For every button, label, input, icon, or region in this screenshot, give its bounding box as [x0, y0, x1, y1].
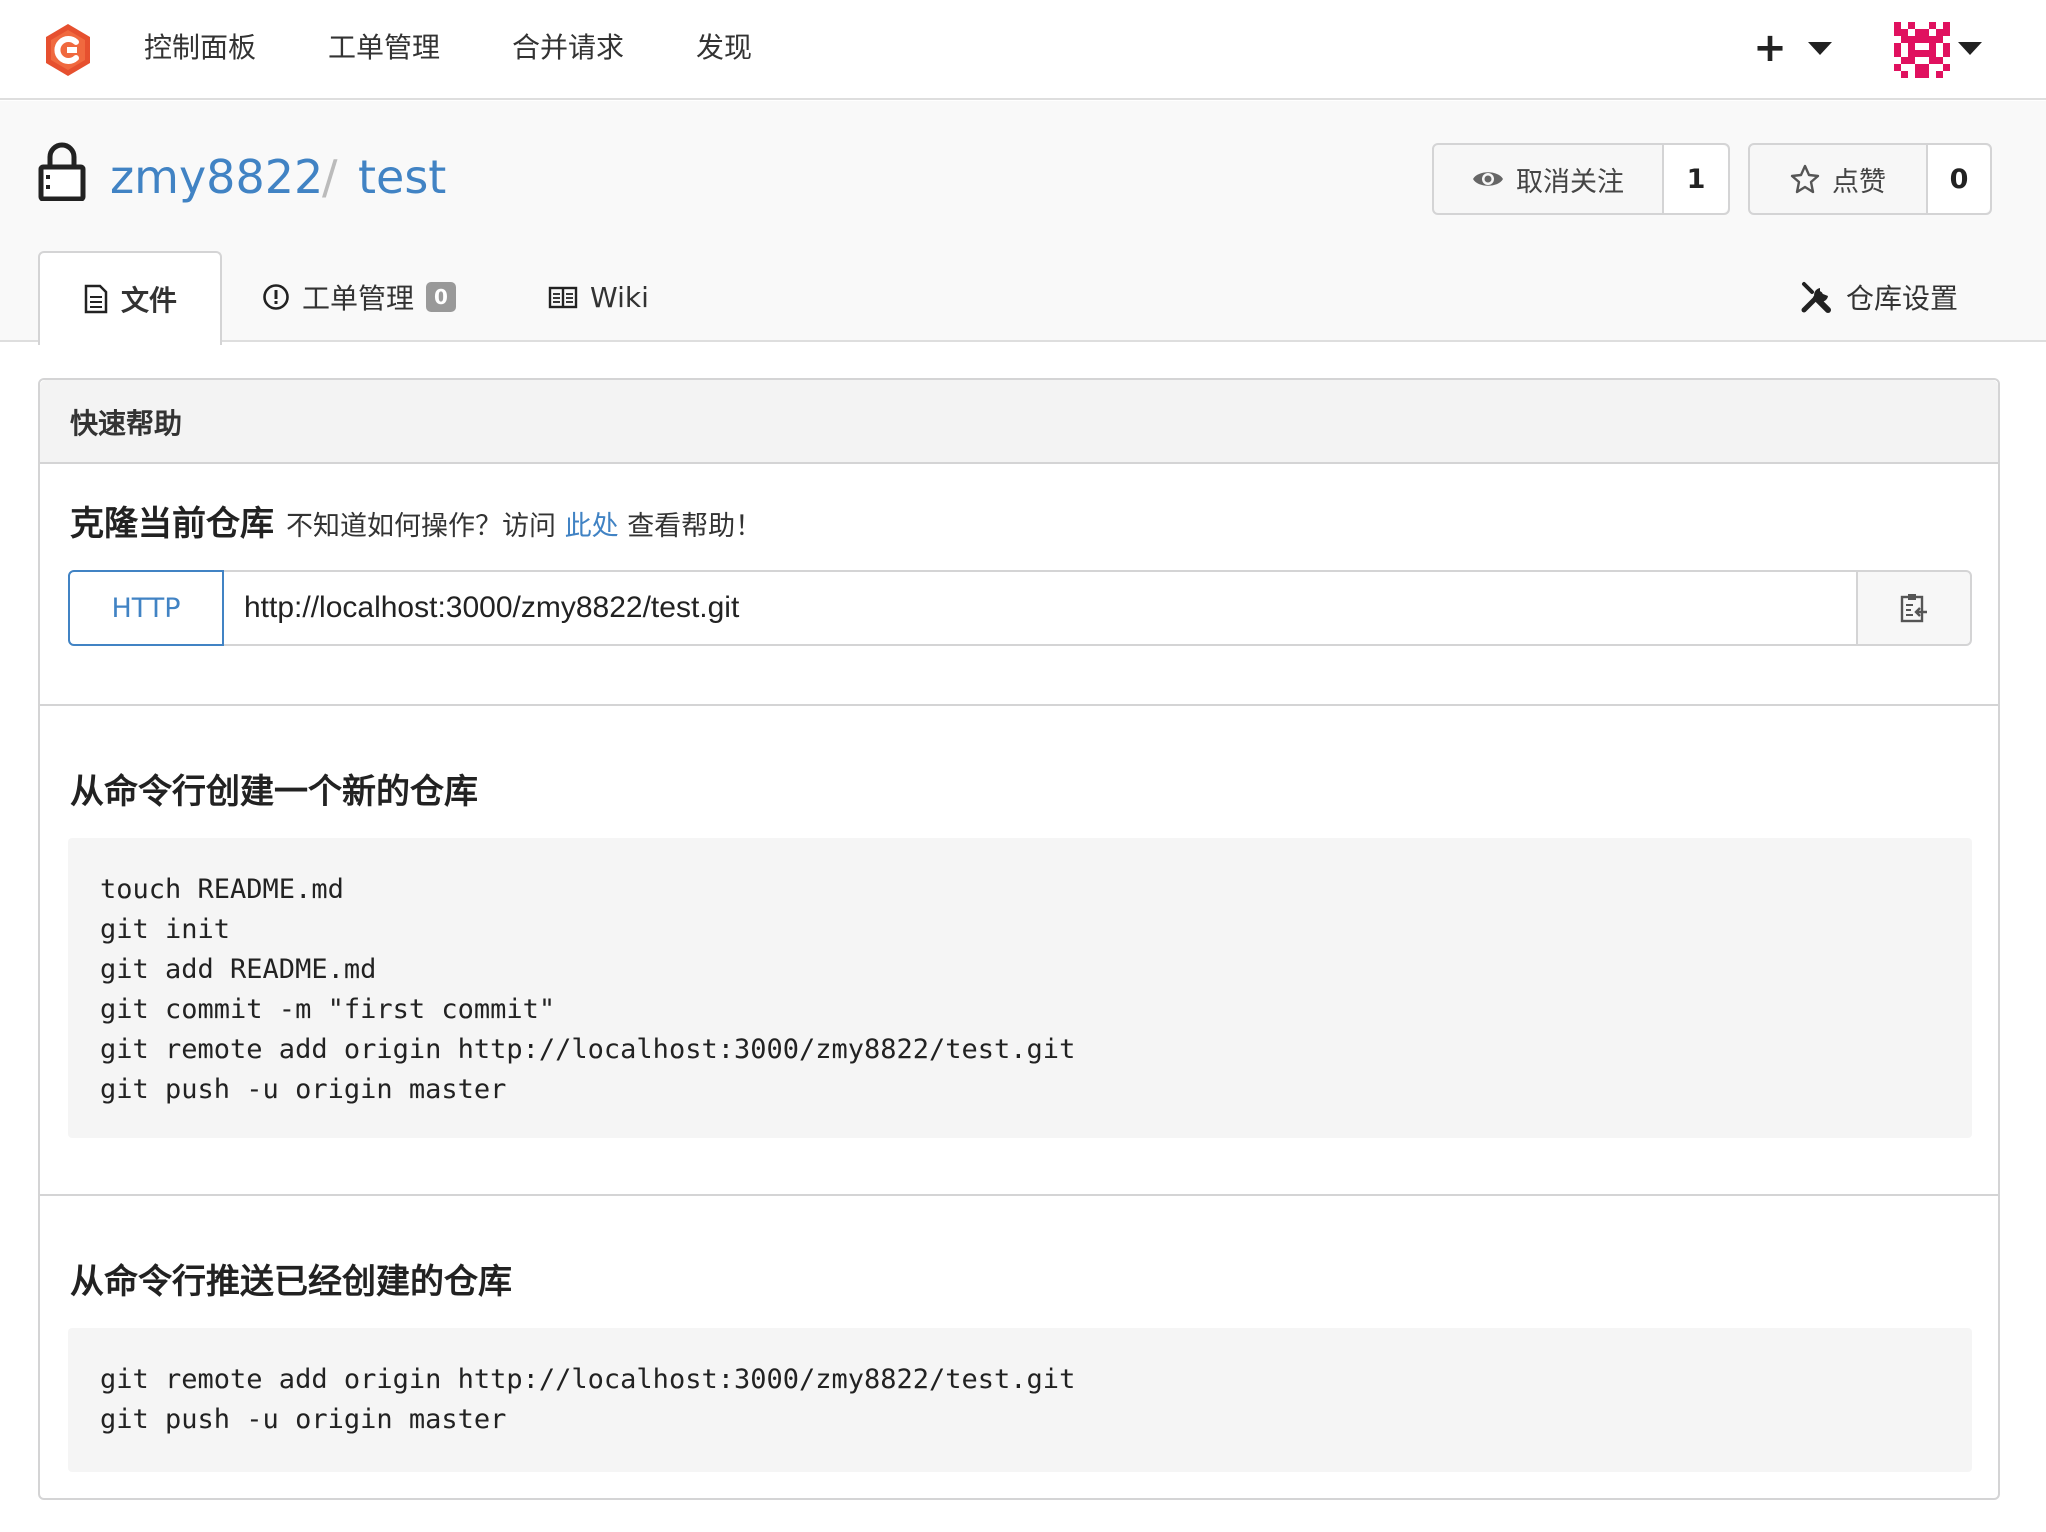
private-lock-icon [38, 142, 86, 201]
tab-repo-settings[interactable]: 仓库设置 [1800, 251, 1958, 343]
eye-icon [1473, 172, 1503, 186]
tab-files[interactable]: 文件 [38, 251, 222, 345]
http-protocol-button[interactable]: HTTP [68, 570, 224, 646]
unwatch-button-group: 取消关注 1 [1432, 143, 1730, 215]
gogs-logo-icon[interactable] [40, 22, 96, 78]
top-navbar: 控制面板 工单管理 合并请求 发现 + [0, 0, 2046, 100]
issues-count-badge: 0 [426, 282, 456, 312]
clone-help-link[interactable]: 此处 [565, 511, 619, 542]
file-text-icon [84, 284, 108, 314]
watch-count[interactable]: 1 [1664, 145, 1728, 213]
code-line: git init [100, 914, 231, 945]
code-line: git push -u origin master [100, 1404, 507, 1435]
user-avatar[interactable] [1894, 22, 1950, 78]
code-line: git add README.md [100, 954, 377, 985]
unwatch-label: 取消关注 [1516, 166, 1624, 198]
clone-url-row: HTTP http://localhost:3000/zmy8822/test.… [68, 570, 1972, 646]
repo-name-link[interactable]: test [358, 147, 446, 207]
issue-opened-icon [263, 284, 289, 310]
create-new-button[interactable]: + [1752, 24, 1788, 72]
user-menu-caret-icon[interactable] [1958, 42, 1982, 55]
new-repo-title: 从命令行创建一个新的仓库 [70, 772, 478, 812]
nav-issues[interactable]: 工单管理 [328, 28, 440, 68]
code-line: git remote add origin http://localhost:3… [100, 1364, 1076, 1395]
repo-header: zmy8822 / test 取消关注 1 点赞 0 文件 工单管理 0 Wik… [0, 101, 2046, 345]
tab-wiki[interactable]: Wiki [548, 251, 649, 343]
repo-path-separator: / [322, 150, 338, 204]
unwatch-button[interactable]: 取消关注 [1434, 145, 1664, 213]
quick-help-header: 快速帮助 [40, 380, 1998, 464]
clone-title: 克隆当前仓库 [70, 504, 274, 544]
clone-heading-row: 克隆当前仓库 不知道如何操作？访问 此处 查看帮助！ [70, 496, 762, 545]
tab-repo-settings-label: 仓库设置 [1846, 282, 1959, 315]
tools-icon [1801, 282, 1831, 313]
tab-files-label: 文件 [120, 284, 177, 317]
nav-pull-requests[interactable]: 合并请求 [512, 28, 624, 68]
copy-url-button[interactable] [1856, 570, 1972, 646]
star-label: 点赞 [1832, 166, 1886, 198]
code-line: git push -u origin master [100, 1074, 507, 1105]
quick-help-title: 快速帮助 [70, 407, 183, 440]
nav-dashboard[interactable]: 控制面板 [144, 28, 256, 68]
tab-wiki-label: Wiki [590, 280, 649, 314]
code-line: git remote add origin http://localhost:3… [100, 1034, 1076, 1065]
star-button-group: 点赞 0 [1748, 143, 1992, 215]
tab-issues-label: 工单管理 [302, 282, 415, 315]
code-line: git commit -m "first commit" [100, 994, 556, 1025]
clipboard-copy-icon [1900, 594, 1927, 623]
section-divider [40, 704, 1998, 706]
tab-issues[interactable]: 工单管理 0 [262, 251, 456, 343]
star-icon [1790, 164, 1820, 194]
quick-help-panel: 快速帮助 克隆当前仓库 不知道如何操作？访问 此处 查看帮助！ HTTP htt… [38, 378, 2000, 1500]
nav-explore[interactable]: 发现 [696, 28, 752, 68]
code-line: touch README.md [100, 874, 344, 905]
clone-hint: 不知道如何操作？访问 此处 查看帮助！ [286, 504, 762, 543]
star-count[interactable]: 0 [1928, 145, 1990, 213]
clone-hint-prefix: 不知道如何操作？访问 [286, 511, 556, 542]
book-icon [548, 286, 578, 309]
repo-owner-link[interactable]: zmy8822 [110, 147, 323, 207]
push-repo-code-block: git remote add origin http://localhost:3… [68, 1328, 1972, 1472]
create-dropdown-caret-icon[interactable] [1808, 42, 1832, 55]
clone-hint-suffix: 查看帮助！ [627, 511, 763, 542]
new-repo-code-block: touch README.md git init git add README.… [68, 838, 1972, 1138]
clone-url-input[interactable]: http://localhost:3000/zmy8822/test.git [224, 570, 1856, 646]
section-divider [40, 1194, 1998, 1196]
push-repo-title: 从命令行推送已经创建的仓库 [70, 1262, 512, 1302]
star-button[interactable]: 点赞 [1750, 145, 1928, 213]
